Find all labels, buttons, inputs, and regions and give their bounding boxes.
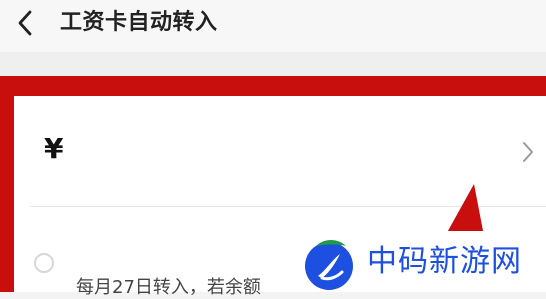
section-gap [0,52,546,76]
watermark-text: 中码新游网 [367,244,522,279]
brand-logo-icon [305,240,353,290]
page-title: 工资卡自动转入 [60,10,218,35]
schedule-text: 每月27日转入，若余额 [76,277,261,298]
back-button[interactable] [10,8,40,38]
top-nav-bar: 工资卡自动转入 [0,0,546,52]
chevron-left-icon [18,10,32,36]
chevron-right-icon [523,142,533,162]
site-watermark: 中码新游网 [299,231,546,292]
amount-chevron[interactable] [520,140,536,164]
schedule-radio[interactable] [34,253,54,273]
currency-symbol: ¥ [44,132,64,165]
amount-input[interactable] [78,132,468,166]
